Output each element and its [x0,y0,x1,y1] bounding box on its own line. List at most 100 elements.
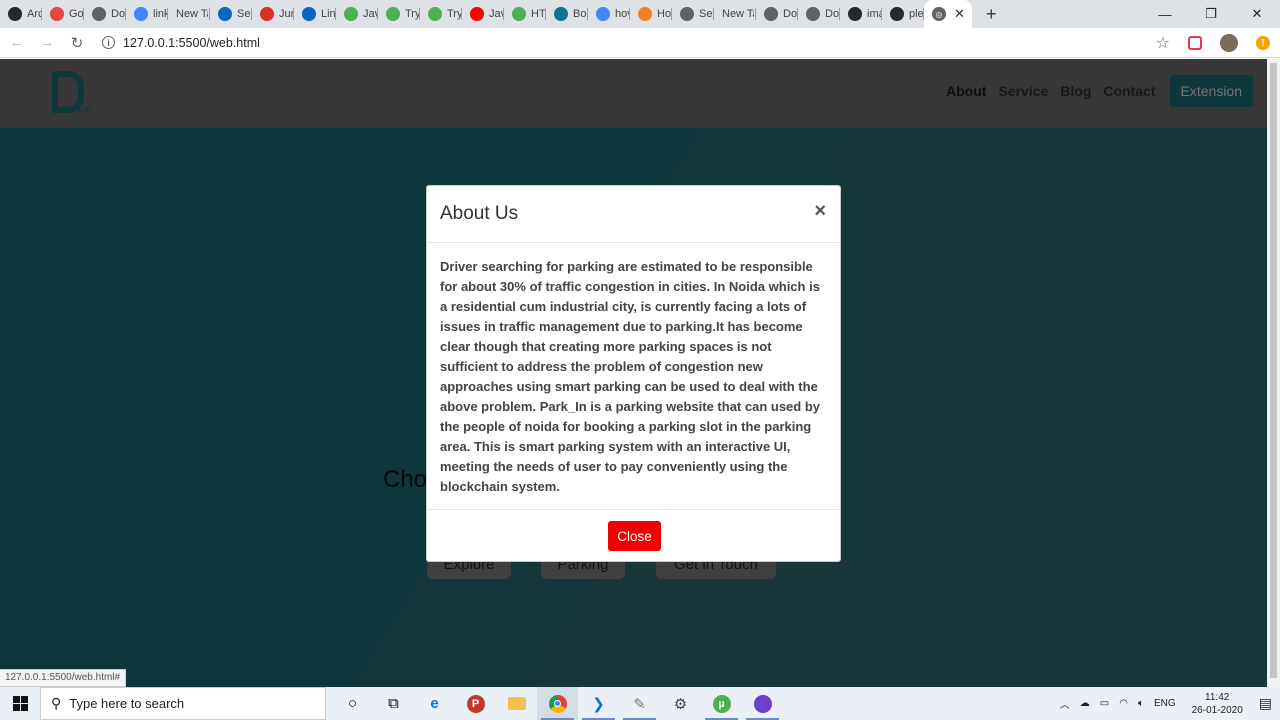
modal-title: About Us [440,203,519,224]
gear-icon [680,7,694,21]
tab-item[interactable]: Ho [630,0,672,28]
tab-item[interactable]: Lin [294,0,336,28]
reload-icon[interactable]: ↻ [64,34,90,52]
clock-time: 11:42 [1205,691,1230,703]
tab-item[interactable]: Do [84,0,126,28]
tab-item[interactable]: Sec [210,0,252,28]
tab-label: New Ta [722,8,754,20]
tab-label: Try [447,8,461,20]
tab-item[interactable]: Try [420,0,462,28]
address-bar: ← → ↻ i 127.0.0.1:5500/web.html ☆ ! [0,28,1280,58]
tab-label: Jav [363,8,377,20]
w3-icon [344,7,358,21]
close-window-icon[interactable]: ✕ [1234,0,1280,28]
tab-item[interactable]: HT [504,0,546,28]
tab-label: Go [69,8,83,20]
notifications-icon[interactable]: ▤ [1259,695,1272,712]
tab-item[interactable]: link [126,0,168,28]
new-tab-icon[interactable]: + [986,4,997,25]
youtube-icon [470,7,484,21]
linkedin-icon [302,7,316,21]
tab-label: link [153,8,167,20]
w3-icon [512,7,526,21]
tab-item[interactable]: Try [378,0,420,28]
tab-item[interactable]: New Ta [714,0,756,28]
info-icon[interactable]: i [102,36,115,49]
gmail-icon [260,7,274,21]
paint-icon[interactable]: ✎ [619,687,660,720]
github-desktop-icon[interactable] [742,687,783,720]
tab-item[interactable]: Set [672,0,714,28]
update-alert-icon[interactable]: ! [1256,36,1270,50]
linkedin-icon [218,7,232,21]
task-view-icon[interactable]: ⧉ [373,687,414,720]
tab-item[interactable]: ima [840,0,882,28]
battery-icon[interactable]: ▭ [1100,698,1109,709]
tab-item[interactable]: Do [756,0,798,28]
clock-date: 26-01-2020 [1191,704,1243,716]
tab-label: Do [783,8,797,20]
browser-tab-strip: Arc Go Do link New Ta Sec Jun Lin Jav Try Try Jav HT… [0,0,1280,28]
tab-label: Ho [657,8,671,20]
globe-icon [764,7,778,21]
taskbar-apps: ○ ⧉ e P ❯ ✎ ⚙ µ [332,687,783,720]
language-indicator[interactable]: ENG [1154,698,1176,709]
pdf-icon[interactable]: P [455,687,496,720]
w3-icon [428,7,442,21]
back-icon[interactable]: ← [4,34,30,51]
edge-icon[interactable]: e [414,687,455,720]
volume-icon[interactable]: 🔈︎ [1138,698,1144,709]
cortana-icon[interactable]: ○ [332,687,373,720]
tab-label: Lin [321,8,335,20]
close-button[interactable]: Close [608,521,661,551]
settings-icon[interactable]: ⚙ [660,687,701,720]
scrollbar-thumb[interactable] [1270,63,1277,678]
page-scrollbar[interactable] [1267,59,1280,687]
forward-icon[interactable]: → [34,34,60,51]
tab-active[interactable]: ◎ ✕ [924,0,972,28]
search-icon: ⚲ [51,695,62,711]
tab-label: Arc [27,8,41,20]
w3-icon [386,7,400,21]
globe-icon [92,7,106,21]
tab-list: Arc Go Do link New Ta Sec Jun Lin Jav Try Try Jav HT… [0,0,924,28]
tab-item[interactable]: ple [882,0,924,28]
vscode-icon[interactable]: ❯ [578,687,619,720]
tab-close-icon[interactable]: ✕ [954,6,965,22]
tab-item[interactable]: Jun [252,0,294,28]
tab-item[interactable]: hov [588,0,630,28]
system-tray: ︿ ☁ ▭ ◠ 🔈︎ ENG 11:42 26-01-2020 ▤ [1060,687,1280,720]
f-icon [50,7,64,21]
tab-item[interactable]: Boo [546,0,588,28]
tab-item[interactable]: Go [42,0,84,28]
modal-header: About Us × [427,186,840,243]
bookmark-star-icon[interactable]: ☆ [1156,33,1170,53]
chevron-up-icon[interactable]: ︿ [1060,696,1070,711]
tab-item[interactable]: Do [798,0,840,28]
pocket-icon[interactable] [1188,36,1202,50]
profile-avatar[interactable] [1220,34,1238,52]
tab-label: Sec [237,8,251,20]
github-icon [8,7,22,21]
tab-item[interactable]: Jav [336,0,378,28]
globe-icon [806,7,820,21]
taskbar-search-input[interactable]: ⚲ Type here to search [40,687,326,720]
minimize-icon[interactable]: — [1142,0,1188,28]
url-input[interactable]: 127.0.0.1:5500/web.html [123,36,260,50]
chrome-icon[interactable] [537,687,578,720]
tab-item[interactable]: Jav [462,0,504,28]
tab-label: Jun [279,8,293,20]
tab-item[interactable]: Arc [0,0,42,28]
windows-start-icon[interactable] [0,687,40,720]
github-icon [890,7,904,21]
tab-item[interactable]: New Ta [168,0,210,28]
wifi-icon[interactable]: ◠ [1119,698,1128,709]
globe-icon: ◎ [932,7,946,21]
utorrent-icon[interactable]: µ [701,687,742,720]
onedrive-icon[interactable]: ☁ [1080,698,1090,709]
file-explorer-icon[interactable] [496,687,537,720]
close-icon[interactable]: × [814,200,826,223]
google-icon [134,7,148,21]
clock[interactable]: 11:42 26-01-2020 [1192,691,1243,717]
maximize-icon[interactable]: ❐ [1188,0,1234,28]
